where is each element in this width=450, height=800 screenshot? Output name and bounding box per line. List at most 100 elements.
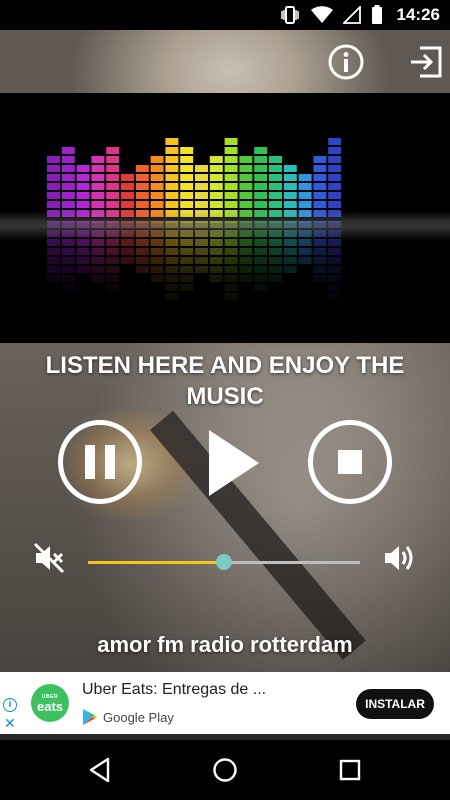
equalizer-segment — [47, 201, 60, 208]
equalizer-segment — [106, 156, 120, 163]
install-button[interactable]: INSTALAR — [356, 689, 434, 719]
equalizer-segment — [91, 183, 105, 190]
equalizer-segment — [135, 174, 149, 181]
equalizer-segment — [283, 165, 297, 172]
equalizer-segment — [106, 201, 120, 208]
clock: 14:26 — [396, 5, 440, 24]
info-icon — [328, 44, 364, 80]
equalizer-segment — [224, 183, 238, 190]
equalizer-segment — [150, 192, 164, 199]
equalizer-segment — [328, 192, 342, 199]
volume-up-icon — [385, 546, 413, 570]
equalizer-segment — [313, 201, 327, 208]
equalizer-segment — [254, 201, 268, 208]
equalizer-segment — [91, 156, 105, 163]
equalizer-segment — [298, 192, 312, 199]
equalizer-segment — [61, 165, 75, 172]
equalizer-segment — [195, 183, 208, 190]
equalizer-segment — [298, 183, 312, 190]
volume-row — [0, 535, 450, 575]
equalizer-segment — [150, 174, 164, 181]
equalizer-segment — [269, 183, 282, 190]
recents-icon — [339, 759, 361, 781]
equalizer-segment — [254, 183, 268, 190]
equalizer-segment — [47, 156, 60, 163]
equalizer-segment — [61, 183, 75, 190]
equalizer-segment — [121, 192, 134, 199]
equalizer-segment — [195, 165, 208, 172]
equalizer-segment — [224, 138, 238, 145]
home-icon — [213, 758, 237, 782]
equalizer-segment — [135, 183, 149, 190]
equalizer-segment — [209, 174, 223, 181]
equalizer-segment — [180, 156, 194, 163]
equalizer-segment — [150, 201, 164, 208]
equalizer-segment — [76, 174, 90, 181]
info-button[interactable] — [326, 42, 366, 82]
ad-banner[interactable]: i ✕ UBER eats Uber Eats: Entregas de ...… — [0, 672, 450, 734]
equalizer-segment — [47, 165, 60, 172]
stop-button[interactable] — [308, 420, 392, 504]
equalizer-segment — [269, 156, 282, 163]
equalizer-segment — [47, 183, 60, 190]
equalizer-segment — [239, 165, 253, 172]
equalizer-segment — [298, 201, 312, 208]
equalizer-segment — [283, 183, 297, 190]
equalizer-segment — [180, 183, 194, 190]
ad-title[interactable]: Uber Eats: Entregas de ... — [82, 681, 266, 699]
equalizer-segment — [239, 183, 253, 190]
battery-icon — [371, 5, 383, 25]
equalizer-segment — [47, 174, 60, 181]
home-button[interactable] — [209, 754, 241, 786]
equalizer-segment — [224, 147, 238, 154]
equalizer-segment — [209, 192, 223, 199]
ad-store-label: Google Play — [103, 709, 174, 725]
equalizer-segment — [135, 201, 149, 208]
ad-info-icon[interactable]: i — [3, 698, 17, 712]
equalizer-segment — [121, 183, 134, 190]
equalizer-segment — [61, 147, 75, 154]
equalizer-segment — [328, 147, 342, 154]
play-button[interactable] — [205, 428, 261, 498]
recents-button[interactable] — [334, 754, 366, 786]
equalizer-segment — [121, 174, 134, 181]
equalizer-segment — [313, 183, 327, 190]
wifi-icon — [310, 6, 333, 24]
mute-button[interactable] — [32, 541, 66, 580]
equalizer-segment — [165, 147, 179, 154]
equalizer-segment — [224, 201, 238, 208]
uber-eats-logo: UBER eats — [31, 684, 69, 722]
pause-button[interactable] — [58, 420, 142, 504]
volume-max-button[interactable] — [382, 541, 418, 580]
equalizer-segment — [165, 183, 179, 190]
equalizer-segment — [254, 165, 268, 172]
equalizer-segment — [165, 192, 179, 199]
exit-button[interactable] — [406, 42, 446, 82]
equalizer-segment — [328, 201, 342, 208]
equalizer-segment — [328, 183, 342, 190]
equalizer-segment — [180, 174, 194, 181]
equalizer-segment — [150, 156, 164, 163]
equalizer-segment — [283, 201, 297, 208]
equalizer-segment — [313, 174, 327, 181]
equalizer-segment — [313, 156, 327, 163]
volume-slider[interactable] — [88, 554, 360, 570]
equalizer-segment — [76, 192, 90, 199]
equalizer-segment — [76, 183, 90, 190]
equalizer-segment — [328, 156, 342, 163]
equalizer-segment — [209, 201, 223, 208]
equalizer-segment — [135, 165, 149, 172]
equalizer-segment — [165, 174, 179, 181]
equalizer-segment — [121, 201, 134, 208]
equalizer-segment — [328, 165, 342, 172]
equalizer-segment — [180, 147, 194, 154]
equalizer-segment — [165, 201, 179, 208]
volume-slider-thumb[interactable] — [216, 554, 232, 570]
equalizer-segment — [239, 174, 253, 181]
stop-icon — [338, 450, 362, 474]
back-button[interactable] — [84, 754, 116, 786]
ad-close-icon[interactable]: ✕ — [4, 716, 16, 730]
equalizer-segment — [239, 192, 253, 199]
equalizer-segment — [165, 156, 179, 163]
equalizer-segment — [195, 201, 208, 208]
